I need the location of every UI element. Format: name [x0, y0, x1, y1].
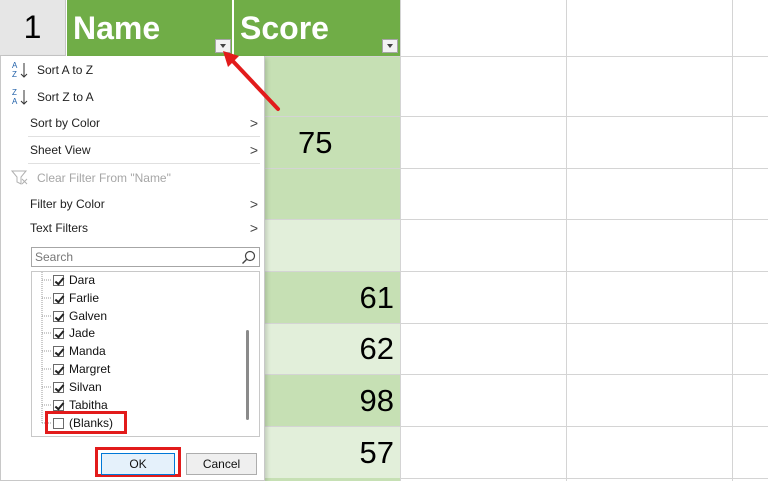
chevron-right-icon: > [249, 196, 258, 212]
search-icon [242, 250, 256, 264]
list-item-label: Margret [69, 362, 111, 376]
grid-line [566, 0, 567, 481]
svg-text:A: A [12, 97, 18, 106]
score-value: 61 [359, 279, 394, 315]
list-item-label: Farlie [69, 291, 100, 305]
chevron-right-icon: > [249, 220, 258, 236]
grid-line [732, 0, 733, 481]
chevron-right-icon: > [249, 115, 258, 131]
clear-filter-icon [11, 170, 28, 185]
arrow-annotation [223, 51, 280, 111]
chevron-right-icon: > [249, 142, 258, 158]
checkbox[interactable] [53, 292, 64, 304]
score-value: 98 [359, 382, 394, 418]
ok-label: OK [129, 457, 147, 471]
tree-lines [41, 272, 52, 424]
checkbox[interactable] [53, 381, 64, 393]
sheet-view-label: Sheet View [30, 143, 91, 157]
row-header-1[interactable]: 1 [0, 0, 66, 56]
cancel-button[interactable]: Cancel [186, 453, 257, 475]
sort-az-icon: A Z [12, 61, 28, 79]
score-cell[interactable] [265, 169, 400, 219]
score-value: 57 [359, 434, 394, 470]
checkbox[interactable] [53, 310, 64, 322]
filter-by-color[interactable]: Filter by Color > [0, 192, 264, 216]
score-cell[interactable]: 61 [265, 272, 400, 323]
score-cell[interactable]: 62 [265, 324, 400, 374]
list-item[interactable]: Galven [53, 307, 107, 325]
svg-text:Z: Z [12, 70, 17, 79]
checkbox[interactable] [53, 399, 64, 411]
list-item-label: Manda [69, 344, 106, 358]
cancel-label: Cancel [202, 457, 241, 471]
checkbox[interactable] [53, 327, 64, 339]
text-filters-label: Text Filters [30, 221, 89, 235]
menu-separator [28, 136, 260, 137]
header-cell-name[interactable]: Name [67, 0, 232, 56]
score-cell[interactable] [265, 220, 400, 271]
header-score-label: Score [240, 9, 329, 46]
sort-za-icon: Z A [12, 88, 28, 106]
search-placeholder: Search [35, 250, 74, 264]
list-item-label: Jade [69, 326, 96, 340]
row-number: 1 [23, 9, 42, 45]
list-item[interactable]: Manda [53, 342, 106, 360]
score-cell[interactable]: 75 [265, 117, 400, 168]
checkbox[interactable] [53, 274, 64, 286]
score-cell[interactable]: 57 [265, 427, 400, 478]
sort-za-label: Sort Z to A [37, 90, 94, 104]
list-item[interactable]: Silvan [53, 378, 102, 396]
sort-az-label: Sort A to Z [37, 63, 94, 77]
ok-button[interactable]: OK [101, 453, 175, 475]
list-item-label: Tabitha [69, 398, 108, 412]
list-item-label: Silvan [69, 380, 102, 394]
sort-by-color-label: Sort by Color [30, 116, 101, 130]
filter-dropdown-icon[interactable] [382, 39, 398, 53]
list-item[interactable]: Farlie [53, 289, 99, 307]
text-filters[interactable]: Text Filters > [0, 216, 264, 240]
score-value: 75 [298, 124, 333, 160]
svg-text:A: A [12, 61, 18, 70]
list-item-label: Galven [69, 309, 108, 323]
list-item-label: Dara [69, 273, 96, 287]
list-item[interactable]: Jade [53, 324, 95, 342]
grid-line [400, 0, 401, 481]
score-value: 62 [359, 331, 394, 366]
clear-filter-label: Clear Filter From "Name" [37, 171, 171, 185]
clear-filter: Clear Filter From "Name" [0, 166, 264, 190]
filter-by-color-label: Filter by Color [30, 197, 105, 211]
svg-text:Z: Z [12, 88, 17, 97]
score-cell[interactable]: 98 [265, 375, 400, 426]
header-name-label: Name [73, 9, 161, 46]
checkbox[interactable] [53, 363, 64, 375]
list-item[interactable]: Margret [53, 360, 110, 378]
score-cell[interactable] [265, 57, 400, 116]
search-input[interactable]: Search [31, 247, 260, 267]
sheet-view[interactable]: Sheet View > [0, 138, 264, 162]
list-item[interactable]: Dara [53, 271, 95, 289]
list-scrollbar[interactable] [246, 330, 249, 420]
blanks-highlight [45, 411, 127, 434]
menu-separator [28, 163, 260, 164]
checkbox[interactable] [53, 345, 64, 357]
